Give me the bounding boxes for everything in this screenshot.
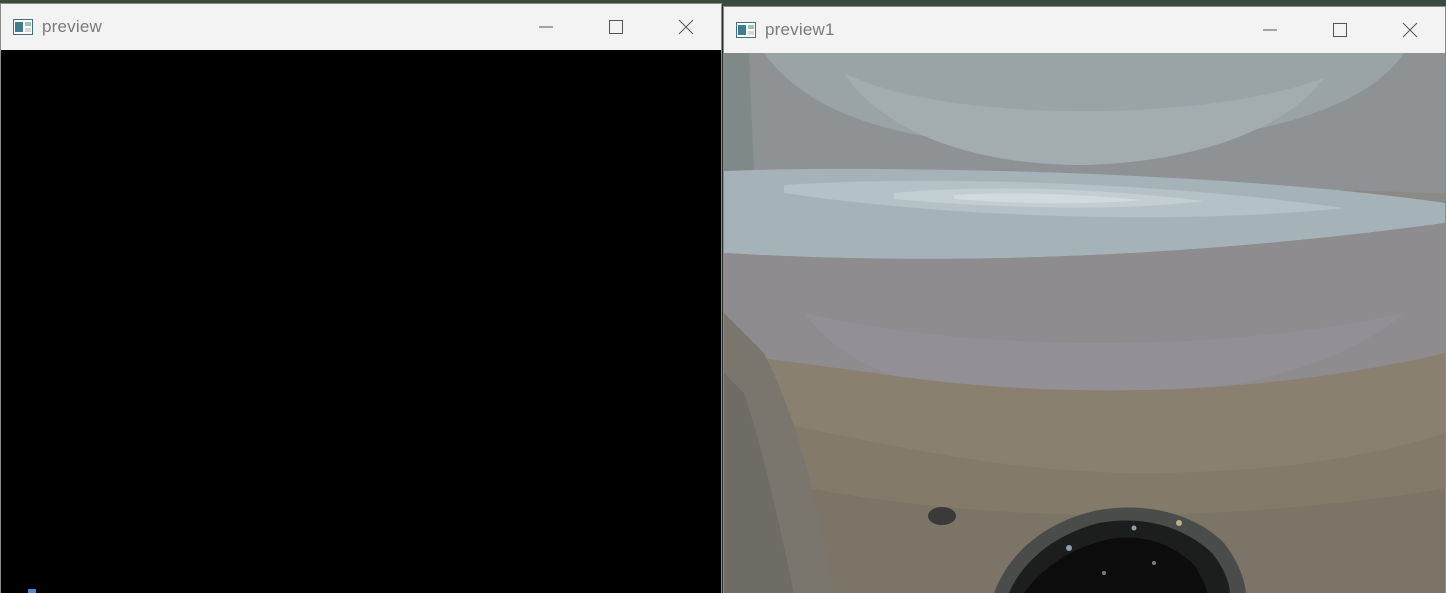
close-icon (1402, 22, 1418, 38)
taskbar-indicator (28, 589, 36, 593)
desktop: preview preview1 (0, 0, 1446, 593)
app-window-icon (13, 19, 33, 35)
minimize-icon (539, 26, 553, 28)
titlebar[interactable]: preview1 (724, 7, 1445, 53)
window-title: preview (42, 17, 102, 36)
close-icon (678, 19, 694, 35)
minimize-icon (1263, 29, 1277, 31)
preview1-canvas[interactable] (724, 53, 1445, 593)
window-title: preview1 (765, 20, 835, 39)
app-window-icon (736, 22, 756, 38)
maximize-button[interactable] (1305, 7, 1375, 53)
window-controls (1235, 7, 1445, 53)
minimize-button[interactable] (1235, 7, 1305, 53)
close-button[interactable] (651, 4, 721, 50)
maximize-icon (609, 20, 623, 34)
close-button[interactable] (1375, 7, 1445, 53)
titlebar[interactable]: preview (1, 4, 721, 50)
window-controls (511, 4, 721, 50)
camera-frame-image (724, 53, 1445, 593)
preview-canvas[interactable] (1, 50, 721, 593)
maximize-button[interactable] (581, 4, 651, 50)
maximize-icon (1333, 23, 1347, 37)
preview-window[interactable]: preview (1, 4, 721, 593)
preview1-window[interactable]: preview1 (724, 7, 1445, 593)
minimize-button[interactable] (511, 4, 581, 50)
